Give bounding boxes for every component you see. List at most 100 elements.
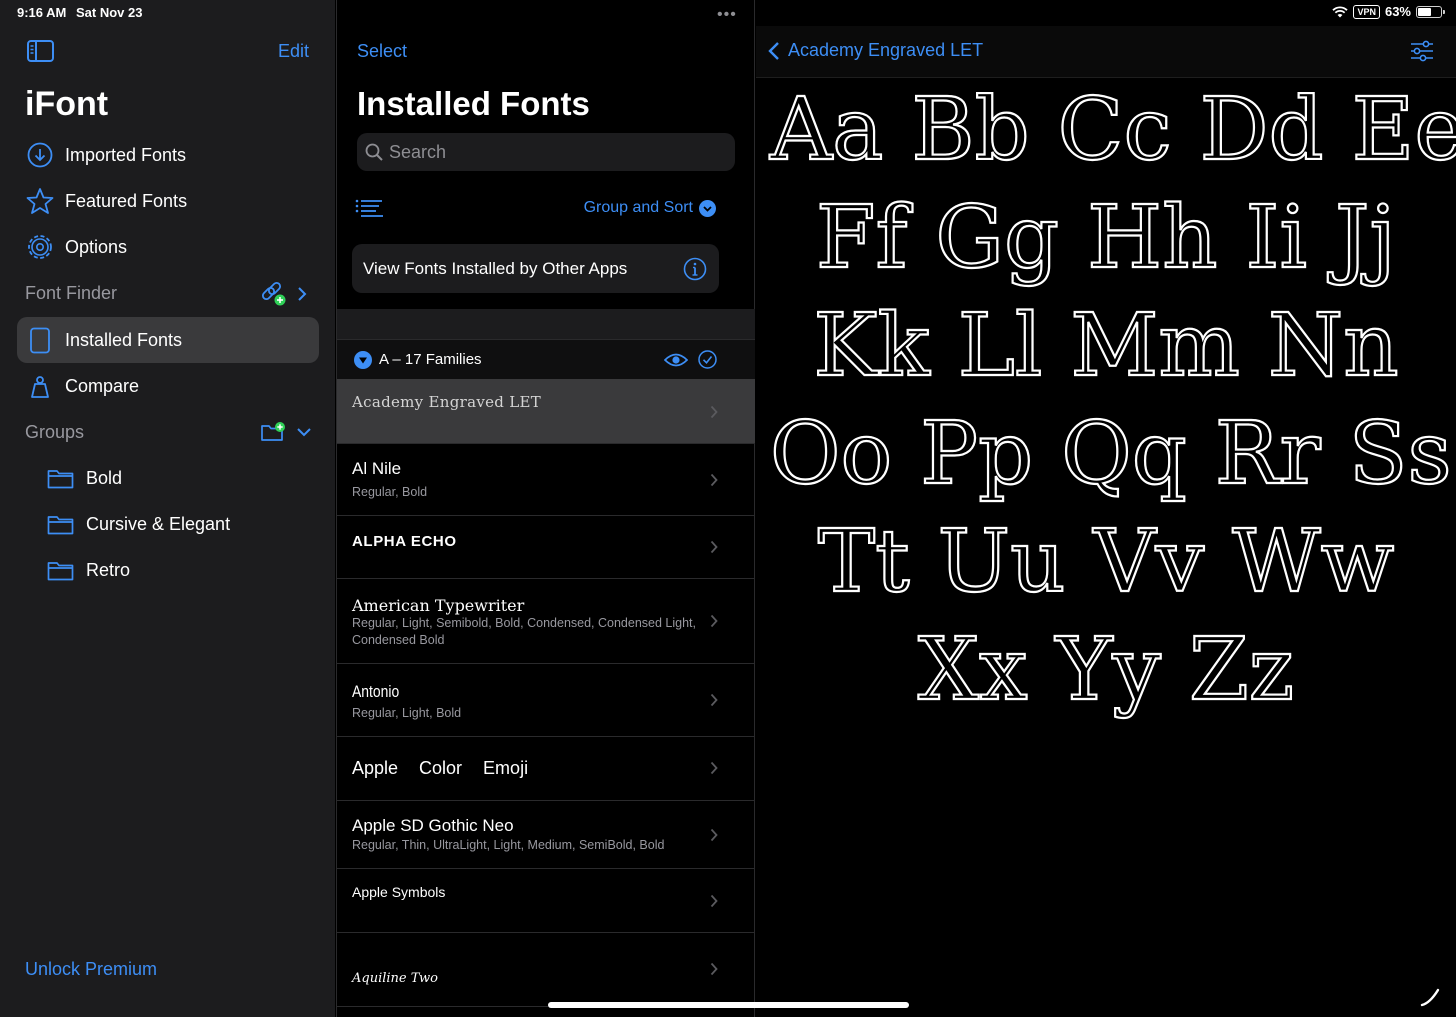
checkmark-circle-icon[interactable] — [698, 350, 717, 369]
specimen-glyph-pair: Ss — [1348, 403, 1453, 505]
collapse-triangle-icon[interactable] — [354, 350, 372, 369]
search-field[interactable] — [357, 133, 735, 171]
specimen-line: Kk Ll Mm Nn — [756, 292, 1456, 400]
edit-button[interactable]: Edit — [278, 41, 309, 62]
chevron-right-icon[interactable] — [297, 286, 307, 302]
section-font-finder: Font Finder — [25, 283, 118, 303]
detail-nav-bar: Academy Engraved LET — [756, 26, 1456, 78]
group-sort-button[interactable]: Group and Sort — [584, 199, 716, 217]
specimen-line: Tt Uu Vv Ww — [756, 508, 1456, 616]
view-other-apps-label: View Fonts Installed by Other Apps — [363, 258, 628, 278]
link-add-icon[interactable] — [260, 281, 287, 307]
font-specimen: Aa Bb Cc Dd Ee Ff Gg Hh Ii Jj Kk Ll Mm Nn Oo Pp Qq Rr Ss Tt… — [756, 76, 1456, 724]
view-other-apps-button[interactable]: View Fonts Installed by Other Apps — [352, 244, 719, 293]
font-row-academy-engraved[interactable]: Academy Engraved LET — [337, 379, 755, 444]
sidebar-toggle-icon[interactable] — [27, 40, 54, 62]
back-button[interactable]: Academy Engraved LET — [768, 40, 983, 61]
specimen-glyph-pair: Ff — [815, 187, 909, 289]
font-name: American Typewriter — [352, 596, 525, 615]
font-row-apple-color-emoji[interactable]: Apple Color Emoji — [337, 737, 755, 801]
specimen-glyph-pair: Pp — [919, 403, 1034, 505]
select-button[interactable]: Select — [357, 41, 407, 62]
gear-icon — [26, 233, 54, 261]
sidebar-item-imported-fonts[interactable]: Imported Fonts — [17, 132, 319, 178]
app-title: iFont — [25, 85, 109, 123]
scale-icon — [26, 372, 54, 400]
sidebar-item-featured-fonts[interactable]: Featured Fonts — [17, 178, 319, 224]
font-row-antonio[interactable]: Antonio Regular, Light, Bold — [337, 664, 755, 737]
sidebar-item-label: Installed Fonts — [65, 329, 183, 350]
chevron-left-icon — [768, 41, 780, 61]
font-row-apple-sd-gothic-neo[interactable]: Apple SD Gothic Neo Regular, Thin, Ultra… — [337, 801, 755, 869]
vpn-badge: VPN — [1353, 4, 1380, 19]
sidebar-item-installed-fonts[interactable]: Installed Fonts — [17, 317, 319, 363]
specimen-glyph-pair: Qq — [1060, 403, 1188, 505]
download-circle-icon — [26, 141, 54, 169]
chevron-right-icon — [710, 473, 718, 487]
list-options-icon[interactable] — [355, 199, 383, 217]
list-spacer — [337, 309, 755, 339]
font-name: Apple Color Emoji — [352, 758, 529, 778]
chevron-right-icon — [710, 828, 718, 842]
font-finder-actions — [260, 281, 307, 307]
sidebar-item-label: Compare — [65, 375, 140, 396]
folder-add-icon[interactable] — [260, 421, 286, 443]
chevron-right-icon — [710, 614, 718, 628]
unlock-premium-link[interactable]: Unlock Premium — [25, 959, 157, 980]
sidebar-item-options[interactable]: Options — [17, 224, 319, 270]
page-title: Installed Fonts — [357, 85, 590, 122]
info-icon[interactable] — [683, 257, 707, 281]
group-item-bold[interactable]: Bold — [47, 463, 122, 493]
specimen-line: Oo Pp Qq Rr Ss — [756, 400, 1456, 508]
home-indicator[interactable] — [548, 1002, 909, 1008]
chevron-right-icon — [710, 693, 718, 707]
search-icon — [365, 143, 383, 161]
status-right: VPN 63% — [1332, 4, 1445, 19]
sidebar-item-compare[interactable]: Compare — [17, 363, 319, 409]
specimen-glyph-pair: Tt — [817, 511, 911, 613]
font-name: Apple SD Gothic Neo — [352, 816, 514, 835]
specimen-glyph-pair: Hh — [1086, 187, 1219, 289]
specimen-glyph-pair: Dd — [1199, 79, 1325, 181]
specimen-glyph-pair: Ww — [1231, 511, 1395, 613]
specimen-glyph-pair: Nn — [1267, 295, 1400, 397]
specimen-glyph-pair: Gg — [934, 187, 1060, 289]
font-styles: Regular, Thin, UltraLight, Light, Medium… — [352, 838, 665, 852]
group-item-retro[interactable]: Retro — [47, 555, 130, 585]
chevron-down-icon[interactable] — [296, 427, 312, 437]
group-item-cursive-elegant[interactable]: Cursive & Elegant — [47, 509, 230, 539]
font-name: Academy Engraved LET — [352, 393, 542, 411]
chevron-circle-down-icon — [699, 199, 716, 217]
status-time: 9:16 AM — [17, 5, 67, 20]
section-header-a[interactable]: A – 17 Families — [337, 339, 755, 379]
eye-icon[interactable] — [664, 352, 688, 368]
group-sort-label: Group and Sort — [583, 199, 693, 216]
specimen-glyph-pair: Uu — [937, 511, 1067, 613]
font-styles: Regular, Bold — [352, 485, 428, 499]
chevron-right-icon — [710, 894, 718, 908]
status-bar: 9:16 AM Sat Nov 23 VPN 63% — [0, 0, 1456, 26]
star-icon — [26, 187, 54, 215]
font-styles: Regular, Light, Bold — [352, 706, 462, 720]
specimen-glyph-pair: Jj — [1334, 187, 1397, 289]
font-row-apple-symbols[interactable]: Apple Symbols — [337, 869, 755, 933]
ipad-icon — [26, 326, 54, 354]
font-row-aquiline-two[interactable]: Aquiline Two — [337, 933, 755, 1007]
font-row-al-nile[interactable]: Al Nile Regular, Bold — [337, 444, 755, 516]
font-name: Antonio — [352, 682, 400, 701]
specimen-glyph-pair: Mm — [1069, 295, 1241, 397]
font-row-alpha-echo[interactable]: ALPHA ECHO — [337, 516, 755, 579]
installed-fonts-panel: ••• Select Installed Fonts Group and Sor… — [336, 0, 755, 1017]
font-row-american-typewriter[interactable]: American Typewriter Regular, Light, Semi… — [337, 579, 755, 664]
back-label: Academy Engraved LET — [788, 40, 984, 60]
folder-icon — [47, 514, 74, 535]
specimen-glyph-pair: Oo — [769, 403, 893, 505]
folder-icon — [47, 468, 74, 489]
sliders-icon[interactable] — [1410, 40, 1434, 62]
pencil-corner-icon[interactable] — [1420, 987, 1440, 1007]
section-actions — [664, 350, 717, 369]
specimen-line: Aa Bb Cc Dd Ee — [756, 76, 1456, 184]
specimen-glyph-pair: Vv — [1092, 511, 1205, 613]
specimen-line: Xx Yy Zz — [756, 616, 1456, 724]
search-input[interactable] — [389, 141, 719, 163]
